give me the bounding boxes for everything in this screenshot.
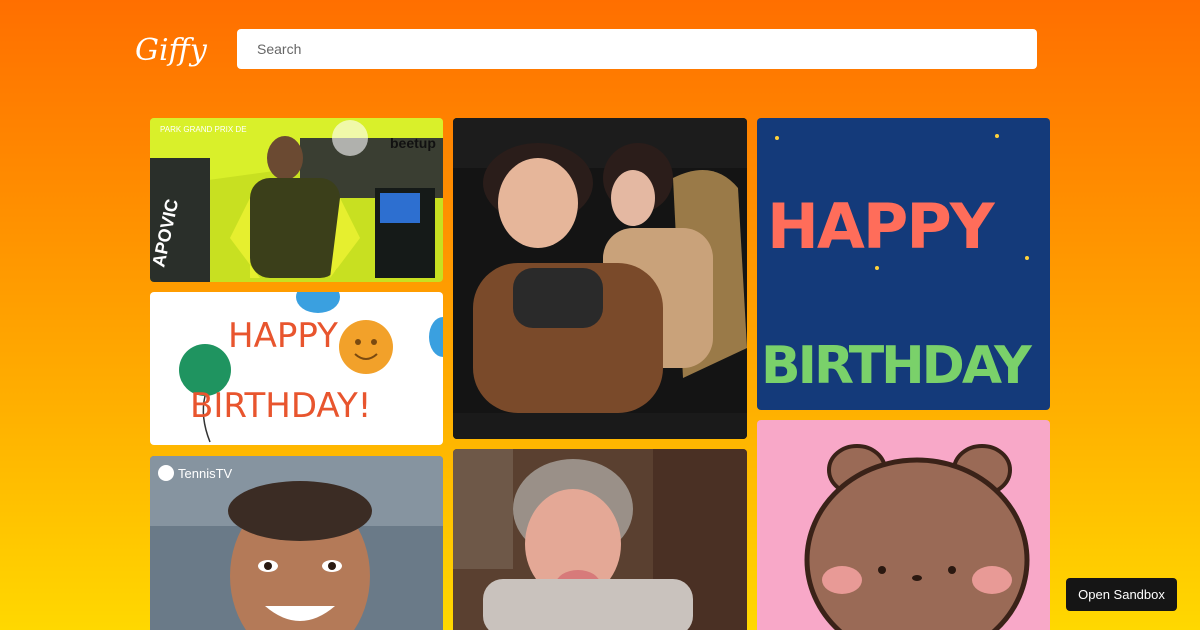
gif-overlay-text: PARK GRAND PRIX DE [160,125,247,134]
open-sandbox-button[interactable]: Open Sandbox [1066,578,1177,611]
brand-text: beetup [390,135,436,151]
gif-happy-birthday-balloons[interactable]: HAPPY BIRTHDAY! [150,292,443,445]
tennis-tv-watermark: TennisTV [178,466,233,481]
search-input[interactable] [237,29,1037,69]
logo-text: Giffy [135,33,208,68]
gif-happy-birthday-bubble-letters[interactable]: HAPPY BIRTHDAY [757,118,1050,410]
gif-grandma-birthday-cake[interactable] [453,449,747,630]
gif-cute-bear-pink[interactable] [757,420,1050,630]
gif-dancing-women[interactable] [453,118,747,439]
bubble-line2: BIRTHDAY [761,336,1033,396]
bubble-line1: HAPPY [767,190,996,263]
gif-tennis-tv-player[interactable]: TennisTV [150,456,443,630]
giffy-logo[interactable]: Giffy [133,22,213,78]
birthday-line1: HAPPY [228,316,338,356]
birthday-line2: BIRTHDAY! [190,386,371,426]
gif-motogp-rider[interactable]: PARK GRAND PRIX DE APOVIC beetup [150,118,443,282]
search-bar [237,29,1037,69]
